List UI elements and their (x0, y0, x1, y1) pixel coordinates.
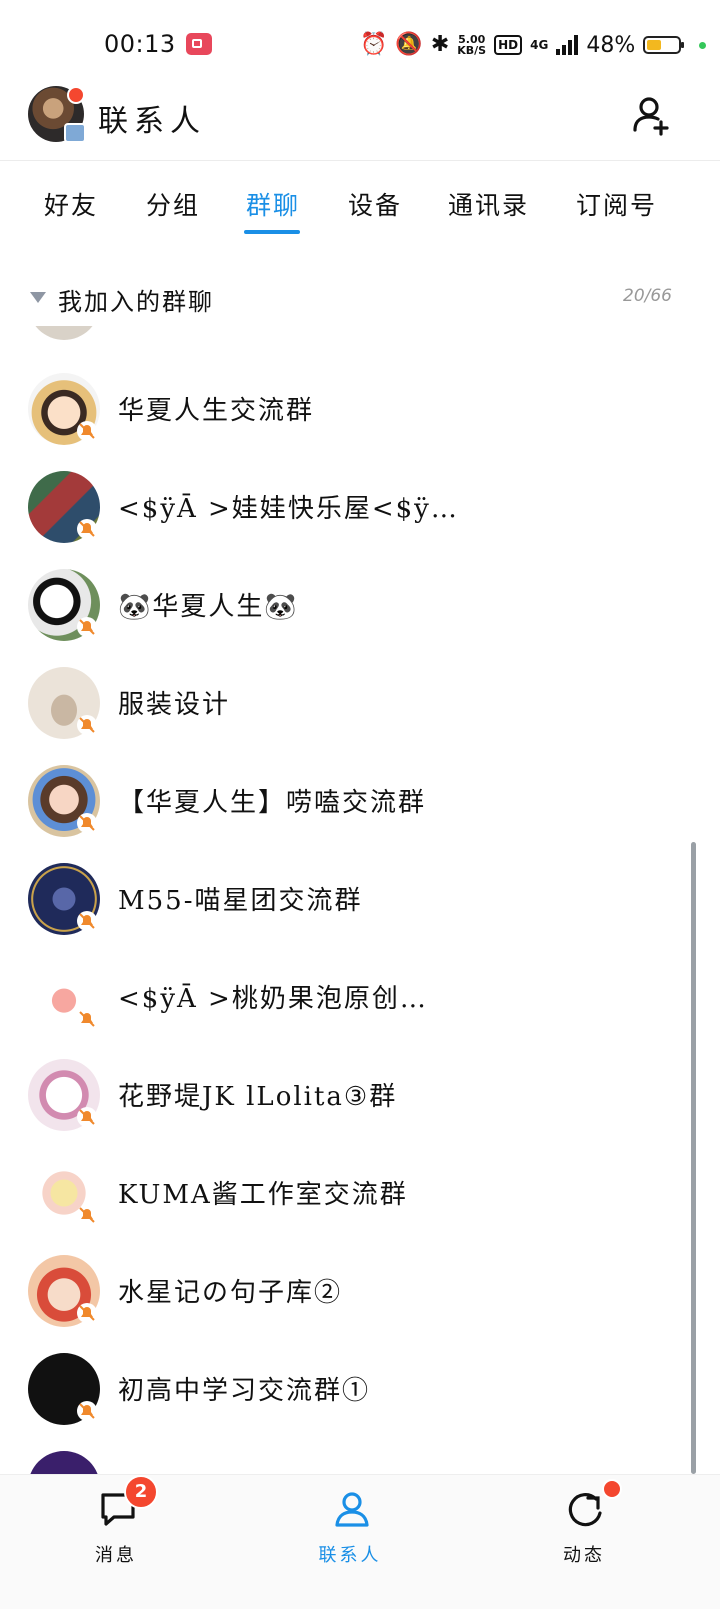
scrollbar[interactable] (691, 842, 696, 1474)
add-friend-icon[interactable] (630, 94, 674, 138)
avatar-notification-dot (67, 86, 85, 104)
muted-bell-icon (77, 1205, 97, 1225)
hd-icon: HD (494, 35, 523, 55)
net-speed-unit: KB/S (457, 44, 487, 57)
nav-contacts[interactable]: 联系人 (290, 1489, 410, 1589)
status-time: 00:13 (104, 30, 176, 58)
section-joined-groups[interactable]: 我加入的群聊 20/66 (0, 276, 720, 326)
active-tab-indicator (244, 230, 300, 234)
nav-messages[interactable]: 消息 (56, 1489, 176, 1589)
section-title: 我加入的群聊 (58, 288, 214, 316)
group-name: KUMA酱工作室交流群 (118, 1180, 408, 1210)
nav-moments[interactable]: 动态 (524, 1489, 644, 1589)
unread-badge: 2 (124, 1475, 158, 1509)
muted-bell-icon (77, 1303, 97, 1323)
list-item[interactable]: 服装设计 (0, 654, 690, 752)
group-name: 【华夏人生】唠嗑交流群 (118, 788, 427, 818)
list-item[interactable]: M55-喵星团交流群 (0, 850, 690, 948)
muted-bell-icon (77, 421, 97, 441)
bell-muted-icon: 🔕 (395, 32, 423, 57)
nav-moments-label: 动态 (563, 1545, 605, 1566)
group-name: <$ÿĀ >桃奶果泡原创… (118, 984, 428, 1014)
tab-subscriptions[interactable]: 订阅号 (576, 186, 657, 222)
bluetooth-icon: ✱ (430, 32, 450, 57)
contact-person-icon (335, 1492, 369, 1527)
battery-fill (647, 40, 662, 50)
tab-friends[interactable]: 好友 (44, 186, 98, 222)
app-header: 联系人 (0, 80, 720, 161)
list-item[interactable]: 初高中学习交流群① (0, 1340, 690, 1438)
tab-devices[interactable]: 设备 (348, 186, 402, 222)
group-name: 🐼华夏人生🐼 (118, 592, 299, 622)
muted-bell-icon (77, 519, 97, 539)
alarm-icon: ⏰ (360, 32, 388, 57)
collapse-caret-icon (30, 292, 46, 303)
nav-messages-label: 消息 (95, 1545, 137, 1566)
list-item[interactable]: <$ÿĀ >娃娃快乐屋<$ÿ… (0, 458, 690, 556)
group-name: 花野堤JK lLolita③群 (118, 1082, 398, 1112)
group-name: 水星记の句子库② (118, 1278, 343, 1308)
muted-bell-icon (77, 1401, 97, 1421)
list-item[interactable]: <$ÿĀ >桃奶果泡原创… (0, 948, 690, 1046)
online-status-icon (64, 123, 86, 143)
group-name: 初高中学习交流群① (118, 1376, 371, 1406)
page-title: 联系人 (98, 104, 206, 139)
list-item[interactable]: 华夏人生交流群 (0, 360, 690, 458)
moments-icon (568, 1493, 602, 1527)
muted-bell-icon (77, 617, 97, 637)
group-name: 华夏人生交流群 (118, 396, 315, 426)
bottom-nav: 消息 2 联系人 动态 (0, 1474, 720, 1609)
section-count: 20/66 (623, 286, 672, 306)
tab-groups-category[interactable]: 分组 (146, 186, 200, 222)
list-item[interactable]: KUMA酱工作室交流群 (0, 1144, 690, 1242)
group-avatar-partial (28, 326, 100, 340)
muted-bell-icon (77, 911, 97, 931)
tab-address-book[interactable]: 通讯录 (448, 186, 529, 222)
group-avatar-partial (28, 1451, 100, 1474)
muted-bell-icon (77, 813, 97, 833)
contact-tabs: 好友 分组 群聊 设备 通讯录 订阅号 (0, 186, 720, 242)
muted-bell-icon (77, 715, 97, 735)
list-item[interactable]: 🐼华夏人生🐼 (0, 556, 690, 654)
group-list[interactable]: 华夏人生交流群 <$ÿĀ >娃娃快乐屋<$ÿ… 🐼华夏人生🐼 服装设计【华夏人生】唠嗑… (0, 326, 720, 1474)
group-name: 服装设计 (118, 690, 231, 720)
moments-notification-dot (602, 1479, 622, 1499)
group-name: M55-喵星团交流群 (118, 886, 363, 916)
status-bar: 00:13 ⏰ 🔕 ✱ 5.00 KB/S HD 4G 48% (0, 0, 720, 90)
nav-contacts-label: 联系人 (318, 1545, 382, 1566)
muted-bell-icon (77, 1009, 97, 1029)
privacy-indicator-dot (699, 41, 707, 49)
list-item[interactable]: 花野堤JK lLolita③群 (0, 1046, 690, 1144)
group-name: <$ÿĀ >娃娃快乐屋<$ÿ… (118, 494, 459, 524)
signal-icon (556, 35, 579, 55)
list-item[interactable]: 【华夏人生】唠嗑交流群 (0, 752, 690, 850)
status-icons: ⏰ 🔕 ✱ 5.00 KB/S HD 4G 48% (360, 28, 707, 62)
battery-icon (643, 36, 685, 54)
tab-group-chats[interactable]: 群聊 (246, 186, 300, 222)
net-speed: 5.00 KB/S (457, 34, 486, 56)
screen-record-icon (186, 33, 212, 55)
network-type: 4G (530, 38, 549, 52)
list-item[interactable]: 水星记の句子库② (0, 1242, 690, 1340)
battery-percent: 48% (586, 32, 636, 58)
muted-bell-icon (77, 1107, 97, 1127)
